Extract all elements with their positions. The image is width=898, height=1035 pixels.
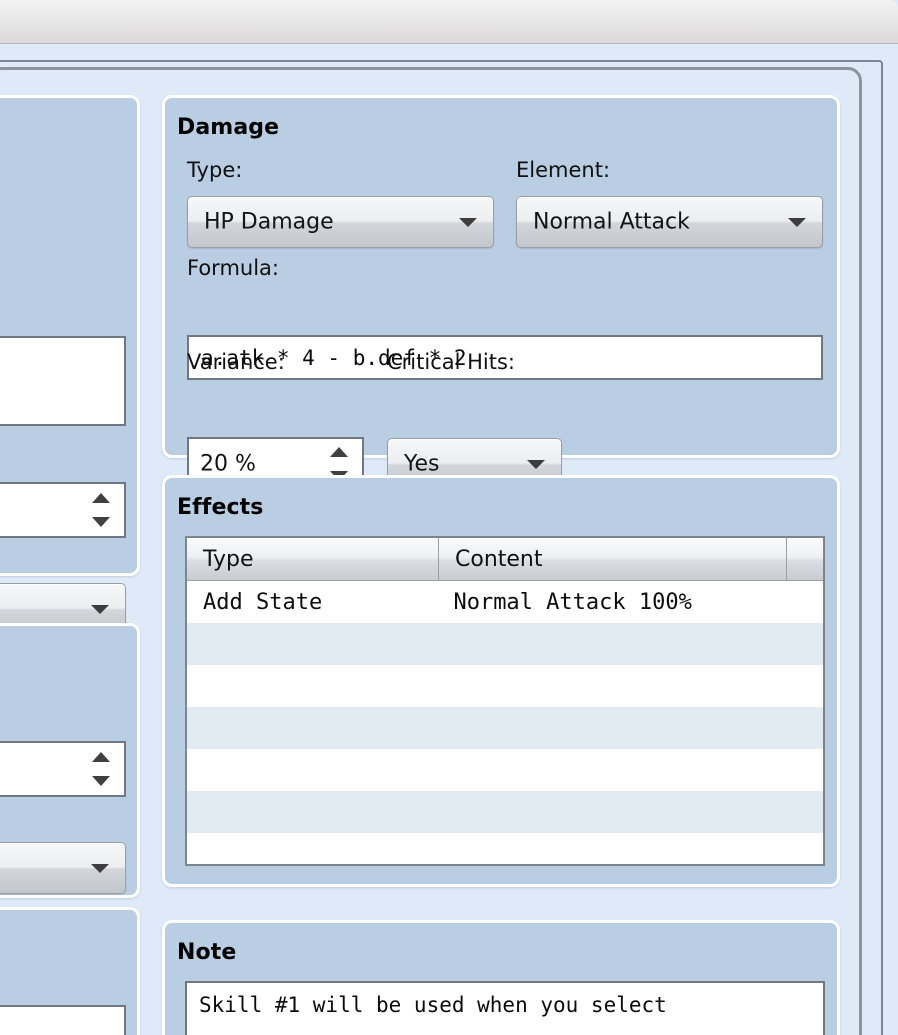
note-textarea[interactable]: Skill #1 will be used when you select (185, 981, 825, 1035)
left-group-upper: ost: (0, 95, 140, 635)
effects-group-title: Effects (177, 495, 264, 520)
left-upper-spinner-buttons[interactable] (92, 491, 110, 529)
damage-element-value: Normal Attack (533, 209, 690, 235)
table-row[interactable] (187, 749, 823, 791)
effects-column-extra[interactable] (787, 538, 823, 580)
spin-down-icon[interactable] (92, 776, 110, 786)
cell-content: Normal Attack 100% (453, 589, 692, 615)
chevron-down-icon (91, 605, 109, 614)
damage-type-value: HP Damage (204, 209, 334, 235)
damage-critical-label: Critical Hits: (387, 350, 515, 374)
application-window: ost: ain: (0, 0, 898, 1035)
left-middle-combo[interactable] (0, 842, 126, 894)
left-upper-spinner[interactable] (0, 482, 126, 538)
damage-group: Damage Type: HP Damage Element: Normal A… (162, 95, 840, 491)
note-group-title: Note (177, 940, 237, 965)
left-upper-textbox[interactable] (0, 336, 126, 426)
left-middle-spinner[interactable] (0, 741, 126, 797)
damage-variance-value: 20 % (200, 451, 256, 477)
effects-table-header: Type Content (187, 538, 823, 581)
effects-table[interactable]: Type Content Add State Normal Attack 100… (185, 536, 825, 866)
table-row[interactable]: Add State Normal Attack 100% (187, 581, 823, 623)
chevron-down-icon (91, 864, 109, 873)
damage-type-label: Type: (187, 158, 243, 182)
effects-table-body: Add State Normal Attack 100% (187, 581, 823, 864)
chevron-down-icon (459, 218, 477, 227)
note-value: Skill #1 will be used when you select (199, 993, 667, 1017)
spin-up-icon[interactable] (330, 447, 348, 457)
left-lower-textbox[interactable] (0, 1005, 126, 1035)
table-row[interactable] (187, 833, 823, 864)
damage-element-combo[interactable]: Normal Attack (516, 196, 823, 248)
note-group: Note Skill #1 will be used when you sele… (162, 920, 840, 1035)
dialog-body: ost: ain: (0, 45, 898, 1035)
chevron-down-icon (788, 218, 806, 227)
damage-formula-label: Formula: (187, 256, 279, 280)
table-row[interactable] (187, 665, 823, 707)
chevron-down-icon (527, 460, 545, 469)
effects-column-type[interactable]: Type (187, 538, 439, 580)
spin-down-icon[interactable] (92, 517, 110, 527)
cell-type: Add State (203, 589, 323, 615)
effects-group: Effects Type Content Add State Normal At… (162, 475, 840, 887)
table-row[interactable] (187, 623, 823, 665)
effects-column-content[interactable]: Content (439, 538, 787, 580)
damage-type-combo[interactable]: HP Damage (187, 196, 494, 248)
left-group-lower (0, 907, 140, 1035)
damage-variance-label: Variance: (187, 350, 285, 374)
spin-up-icon[interactable] (92, 493, 110, 503)
table-row[interactable] (187, 707, 823, 749)
damage-group-title: Damage (177, 115, 280, 140)
spin-up-icon[interactable] (92, 752, 110, 762)
left-group-middle: ain: (0, 623, 140, 898)
left-middle-spinner-buttons[interactable] (92, 750, 110, 788)
table-row[interactable] (187, 791, 823, 833)
damage-element-label: Element: (516, 158, 611, 182)
left-column-clipped: ost: ain: (0, 45, 142, 1035)
window-titlebar (0, 0, 898, 44)
damage-critical-value: Yes (404, 451, 440, 477)
